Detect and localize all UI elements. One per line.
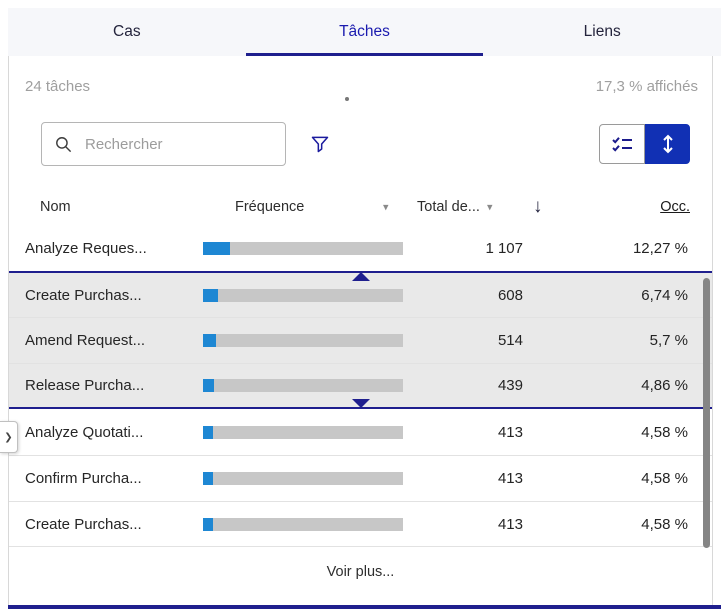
occurrence-percent: 12,27 % <box>523 240 712 257</box>
task-name: Create Purchas... <box>25 287 197 304</box>
frequency-bar-fill <box>203 334 216 347</box>
frequency-bar-track <box>203 472 403 485</box>
frequency-bar-track <box>203 289 403 302</box>
tab-bar: Cas Tâches Liens <box>8 8 721 56</box>
tasks-content: 24 tâches 17,3 % affichés <box>8 56 713 605</box>
frequency-bar-fill <box>203 379 214 392</box>
total-value: 439 <box>403 377 523 394</box>
total-value: 514 <box>403 332 523 349</box>
toolbar <box>9 122 712 166</box>
checklist-view-button[interactable] <box>599 124 645 164</box>
total-value: 608 <box>403 287 523 304</box>
occurrence-percent: 4,58 % <box>523 516 712 533</box>
total-value: 413 <box>403 516 523 533</box>
drag-handle-dot <box>345 97 349 101</box>
show-more-button[interactable]: Voir plus... <box>321 563 401 581</box>
task-table-body: Analyze Reques... 1 107 12,27 % Create P… <box>9 225 712 547</box>
occurrence-percent: 4,58 % <box>523 470 712 487</box>
total-value: 1 107 <box>403 240 523 257</box>
frequency-bar-fill <box>203 518 213 531</box>
task-panel: Cas Tâches Liens 24 tâches 17,3 % affich… <box>8 8 721 609</box>
task-name: Confirm Purcha... <box>25 470 197 487</box>
table-row[interactable]: Release Purcha... 439 4,86 % <box>9 363 712 409</box>
chevron-right-icon: ❯ <box>4 432 12 443</box>
frequency-bar <box>203 242 403 255</box>
frequency-bar-track <box>203 242 403 255</box>
frequency-bar-track <box>203 379 403 392</box>
task-name: Release Purcha... <box>25 377 197 394</box>
view-toggle-group <box>599 124 690 164</box>
column-header-frequency[interactable]: Fréquence <box>235 199 304 215</box>
summary-bar: 24 tâches 17,3 % affichés <box>25 78 698 95</box>
frequency-bar-fill <box>203 289 218 302</box>
table-row[interactable]: Create Purchas... 608 6,74 % <box>9 271 712 317</box>
table-header: Nom Fréquence ▾ Total de... ▾ ↓ Occ. <box>9 189 712 225</box>
displayed-percent-label: 17,3 % affichés <box>596 78 698 95</box>
table-row[interactable]: Amend Request... 514 5,7 % <box>9 317 712 363</box>
frequency-bar <box>203 289 403 302</box>
task-name: Amend Request... <box>25 332 197 349</box>
table-row[interactable]: Confirm Purcha... 413 4,58 % <box>9 455 712 501</box>
table-row[interactable]: Analyze Reques... 1 107 12,27 % <box>9 225 712 271</box>
frequency-bar-fill <box>203 426 213 439</box>
frequency-bar <box>203 472 403 485</box>
filter-button[interactable] <box>306 130 334 158</box>
total-caret-down-icon[interactable]: ▾ <box>487 201 493 214</box>
frequency-bar <box>203 334 403 347</box>
sort-order-button[interactable] <box>645 124 690 164</box>
table-footer: Voir plus... <box>9 547 712 581</box>
tab-liens[interactable]: Liens <box>483 8 721 56</box>
occurrence-percent: 5,7 % <box>523 332 712 349</box>
frequency-bar-fill <box>203 472 213 485</box>
column-header-total[interactable]: Total de... <box>417 199 480 215</box>
frequency-bar-track <box>203 426 403 439</box>
occurrence-percent: 4,86 % <box>523 377 712 394</box>
search-input[interactable] <box>83 135 273 154</box>
vertical-scrollbar[interactable] <box>703 278 710 548</box>
tab-taches[interactable]: Tâches <box>246 8 484 56</box>
sort-direction-down-icon: ↓ <box>533 196 543 218</box>
total-value: 413 <box>403 424 523 441</box>
search-icon <box>54 135 73 154</box>
task-name: Create Purchas... <box>25 516 197 533</box>
filter-funnel-icon <box>310 134 330 154</box>
column-header-occ[interactable]: Occ. <box>660 199 690 215</box>
occurrence-percent: 4,58 % <box>523 424 712 441</box>
search-box[interactable] <box>41 122 286 166</box>
task-name: Analyze Quotati... <box>25 424 197 441</box>
frequency-bar <box>203 379 403 392</box>
table-row[interactable]: Create Purchas... 413 4,58 % <box>9 501 712 547</box>
frequency-bar <box>203 518 403 531</box>
frequency-bar-track <box>203 518 403 531</box>
occurrence-percent: 6,74 % <box>523 287 712 304</box>
frequency-caret-down-icon[interactable]: ▾ <box>383 201 389 214</box>
table-row[interactable]: Analyze Quotati... 413 4,58 % <box>9 409 712 455</box>
column-header-name[interactable]: Nom <box>40 199 71 215</box>
up-down-arrow-icon <box>661 134 675 154</box>
task-name: Analyze Reques... <box>25 240 197 257</box>
expand-panel-handle[interactable]: ❯ <box>0 421 18 453</box>
frequency-bar-fill <box>203 242 230 255</box>
task-count-label: 24 tâches <box>25 78 90 95</box>
frequency-bar <box>203 426 403 439</box>
checklist-icon <box>611 136 633 152</box>
frequency-bar-track <box>203 334 403 347</box>
tab-cas[interactable]: Cas <box>8 8 246 56</box>
total-value: 413 <box>403 470 523 487</box>
